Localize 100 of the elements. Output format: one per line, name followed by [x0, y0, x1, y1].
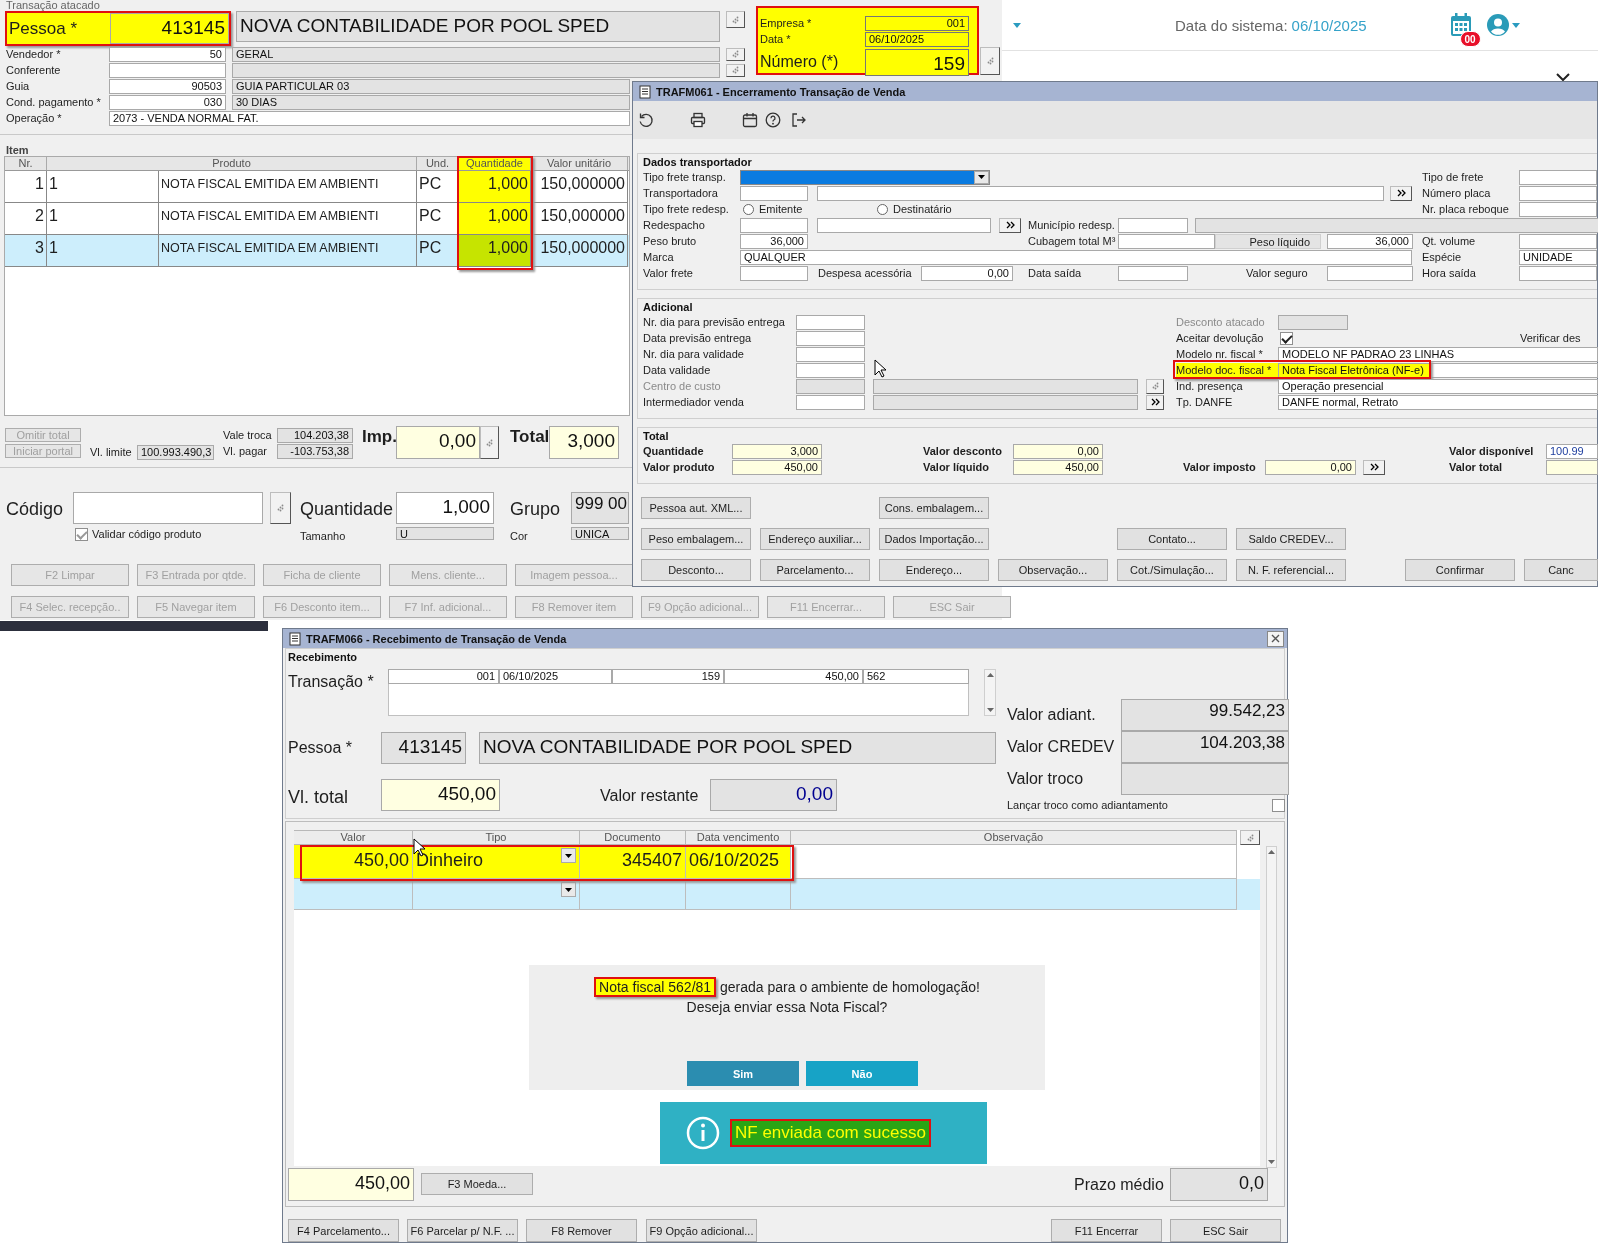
input-field[interactable]	[1519, 201, 1597, 217]
button[interactable]: Cons. embalagem...	[879, 497, 989, 519]
column-header[interactable]: Valor unitário	[531, 157, 628, 170]
input-field[interactable]	[873, 378, 1138, 394]
checkbox[interactable]	[1272, 798, 1285, 812]
table-row[interactable]: 3 1 NOTA FISCAL EMITIDA EM AMBIENTI PC 1,000 150,000000	[5, 235, 629, 267]
checkbox[interactable]	[75, 527, 88, 541]
button[interactable]: Saldo CREDEV...	[1236, 528, 1346, 550]
lookup-button[interactable]	[480, 426, 499, 459]
input-field[interactable]	[873, 394, 1138, 410]
input-field[interactable]	[1327, 265, 1413, 281]
input-field[interactable]	[740, 185, 808, 201]
input-field[interactable]	[1121, 763, 1289, 795]
input-field[interactable]: 001	[865, 15, 969, 31]
input-field[interactable]	[73, 492, 263, 524]
input-field[interactable]: 50	[109, 46, 226, 62]
button[interactable]: Observação...	[998, 559, 1108, 581]
button[interactable]: Contato...	[1117, 528, 1227, 550]
lookup-button[interactable]	[980, 47, 1000, 75]
input-field[interactable]: 0,00	[710, 779, 837, 811]
input-field[interactable]: 0,00	[1265, 459, 1356, 475]
caret-icon[interactable]	[1511, 22, 1520, 28]
input-field[interactable]: 001	[388, 669, 499, 684]
button[interactable]: Canc	[1524, 559, 1598, 581]
input-field[interactable]: 159	[865, 48, 969, 76]
button[interactable]: F9 Opção adicional...	[646, 1219, 757, 1242]
input-field[interactable]: 413145	[381, 732, 466, 764]
input-field[interactable]	[1519, 169, 1597, 185]
input-field[interactable]	[1519, 265, 1597, 281]
input-field[interactable]: UNIDADE	[1519, 249, 1597, 265]
more-button[interactable]	[1390, 185, 1412, 201]
input-field[interactable]: 06/10/2025	[865, 31, 969, 47]
input-field[interactable]: 36,000	[1327, 233, 1413, 249]
input-field[interactable]: 0,00	[921, 265, 1013, 281]
input-field[interactable]	[740, 265, 808, 281]
button[interactable]: Endereço auxiliar...	[760, 528, 870, 550]
button[interactable]: Cot./Simulação...	[1117, 559, 1227, 581]
button[interactable]: Desconto...	[641, 559, 751, 581]
input-field[interactable]: 030	[109, 94, 226, 110]
dropdown-button[interactable]	[561, 882, 576, 897]
radio-button[interactable]: Destinatário	[877, 201, 1422, 217]
button[interactable]: F8 Remover	[526, 1219, 637, 1242]
column-header[interactable]: Valor	[294, 830, 413, 845]
input-field[interactable]	[817, 217, 991, 233]
input-field[interactable]	[109, 62, 226, 78]
avatar-icon[interactable]	[1486, 14, 1509, 36]
input-field[interactable]	[817, 185, 1384, 201]
input-field[interactable]	[1519, 233, 1597, 249]
column-header[interactable]: Tipo	[413, 830, 580, 845]
more-button[interactable]	[1363, 459, 1385, 475]
dropdown-field[interactable]	[740, 169, 990, 185]
column-header[interactable]: Data vencimento	[686, 830, 791, 845]
more-button[interactable]	[1146, 394, 1164, 410]
table-row[interactable]: 2 1 NOTA FISCAL EMITIDA EM AMBIENTI PC 1,000 150,000000	[5, 203, 629, 235]
button[interactable]: Pessoa aut. XML...	[641, 497, 751, 519]
scrollbar[interactable]	[1266, 846, 1277, 1168]
radio-button[interactable]: Emitente	[743, 201, 877, 217]
input-field[interactable]: 450,00	[381, 779, 500, 811]
lookup-button[interactable]	[726, 63, 745, 77]
text-area[interactable]	[388, 684, 969, 716]
input-field[interactable]	[1195, 217, 1598, 233]
help-icon[interactable]	[765, 112, 781, 128]
input-field[interactable]: -103.753,38	[277, 443, 353, 459]
input-field[interactable]: 159	[612, 669, 724, 684]
lookup-button[interactable]	[1240, 830, 1260, 845]
table-row[interactable]	[294, 879, 1260, 910]
button[interactable]: N. F. referencial...	[1236, 559, 1346, 581]
input-field[interactable]	[796, 314, 865, 330]
input-field[interactable]: U	[396, 527, 494, 540]
input-field[interactable]: NOVA CONTABILIDADE POR POOL SPED	[236, 11, 720, 42]
table-row[interactable]: 1 1 NOTA FISCAL EMITIDA EM AMBIENTI PC 1,000 150,000000	[5, 171, 629, 203]
input-field[interactable]: 1,000	[396, 492, 494, 524]
input-field[interactable]	[1546, 459, 1598, 475]
input-field[interactable]: 104.203,38	[1121, 731, 1289, 763]
scrollbar[interactable]	[984, 669, 996, 716]
dropdown-button[interactable]	[561, 848, 576, 863]
calendar-icon[interactable]	[742, 112, 758, 128]
lookup-button[interactable]	[1146, 378, 1164, 394]
input-field[interactable]: 90503	[109, 78, 226, 94]
input-field[interactable]: 562	[863, 669, 969, 684]
column-header[interactable]: Observação	[791, 830, 1237, 845]
button[interactable]: F4 Parcelamento...	[288, 1219, 399, 1242]
caret-icon[interactable]	[1013, 22, 1021, 28]
input-field[interactable]: 413145	[110, 13, 229, 44]
input-field[interactable]: 0,00	[396, 426, 480, 459]
input-field[interactable]: 450,00	[288, 1168, 414, 1201]
input-field[interactable]: 100.993.490,3	[137, 444, 214, 460]
button[interactable]: Peso embalagem...	[641, 528, 751, 550]
input-field[interactable]	[740, 217, 808, 233]
input-field[interactable]: 3,000	[549, 426, 619, 459]
more-button[interactable]	[999, 217, 1021, 233]
input-field[interactable]: QUALQUER	[740, 249, 1412, 265]
exit-icon[interactable]	[791, 112, 807, 128]
column-header[interactable]: Produto	[47, 157, 417, 170]
input-field[interactable]: MODELO NF PADRAO 23 LINHAS	[1278, 346, 1598, 362]
input-field[interactable]	[1118, 233, 1215, 249]
input-field[interactable]: 450,00	[1013, 459, 1103, 475]
input-field[interactable]: 36,000	[740, 233, 808, 249]
input-field[interactable]: 06/10/2025	[499, 669, 612, 684]
input-field[interactable]	[796, 330, 865, 346]
